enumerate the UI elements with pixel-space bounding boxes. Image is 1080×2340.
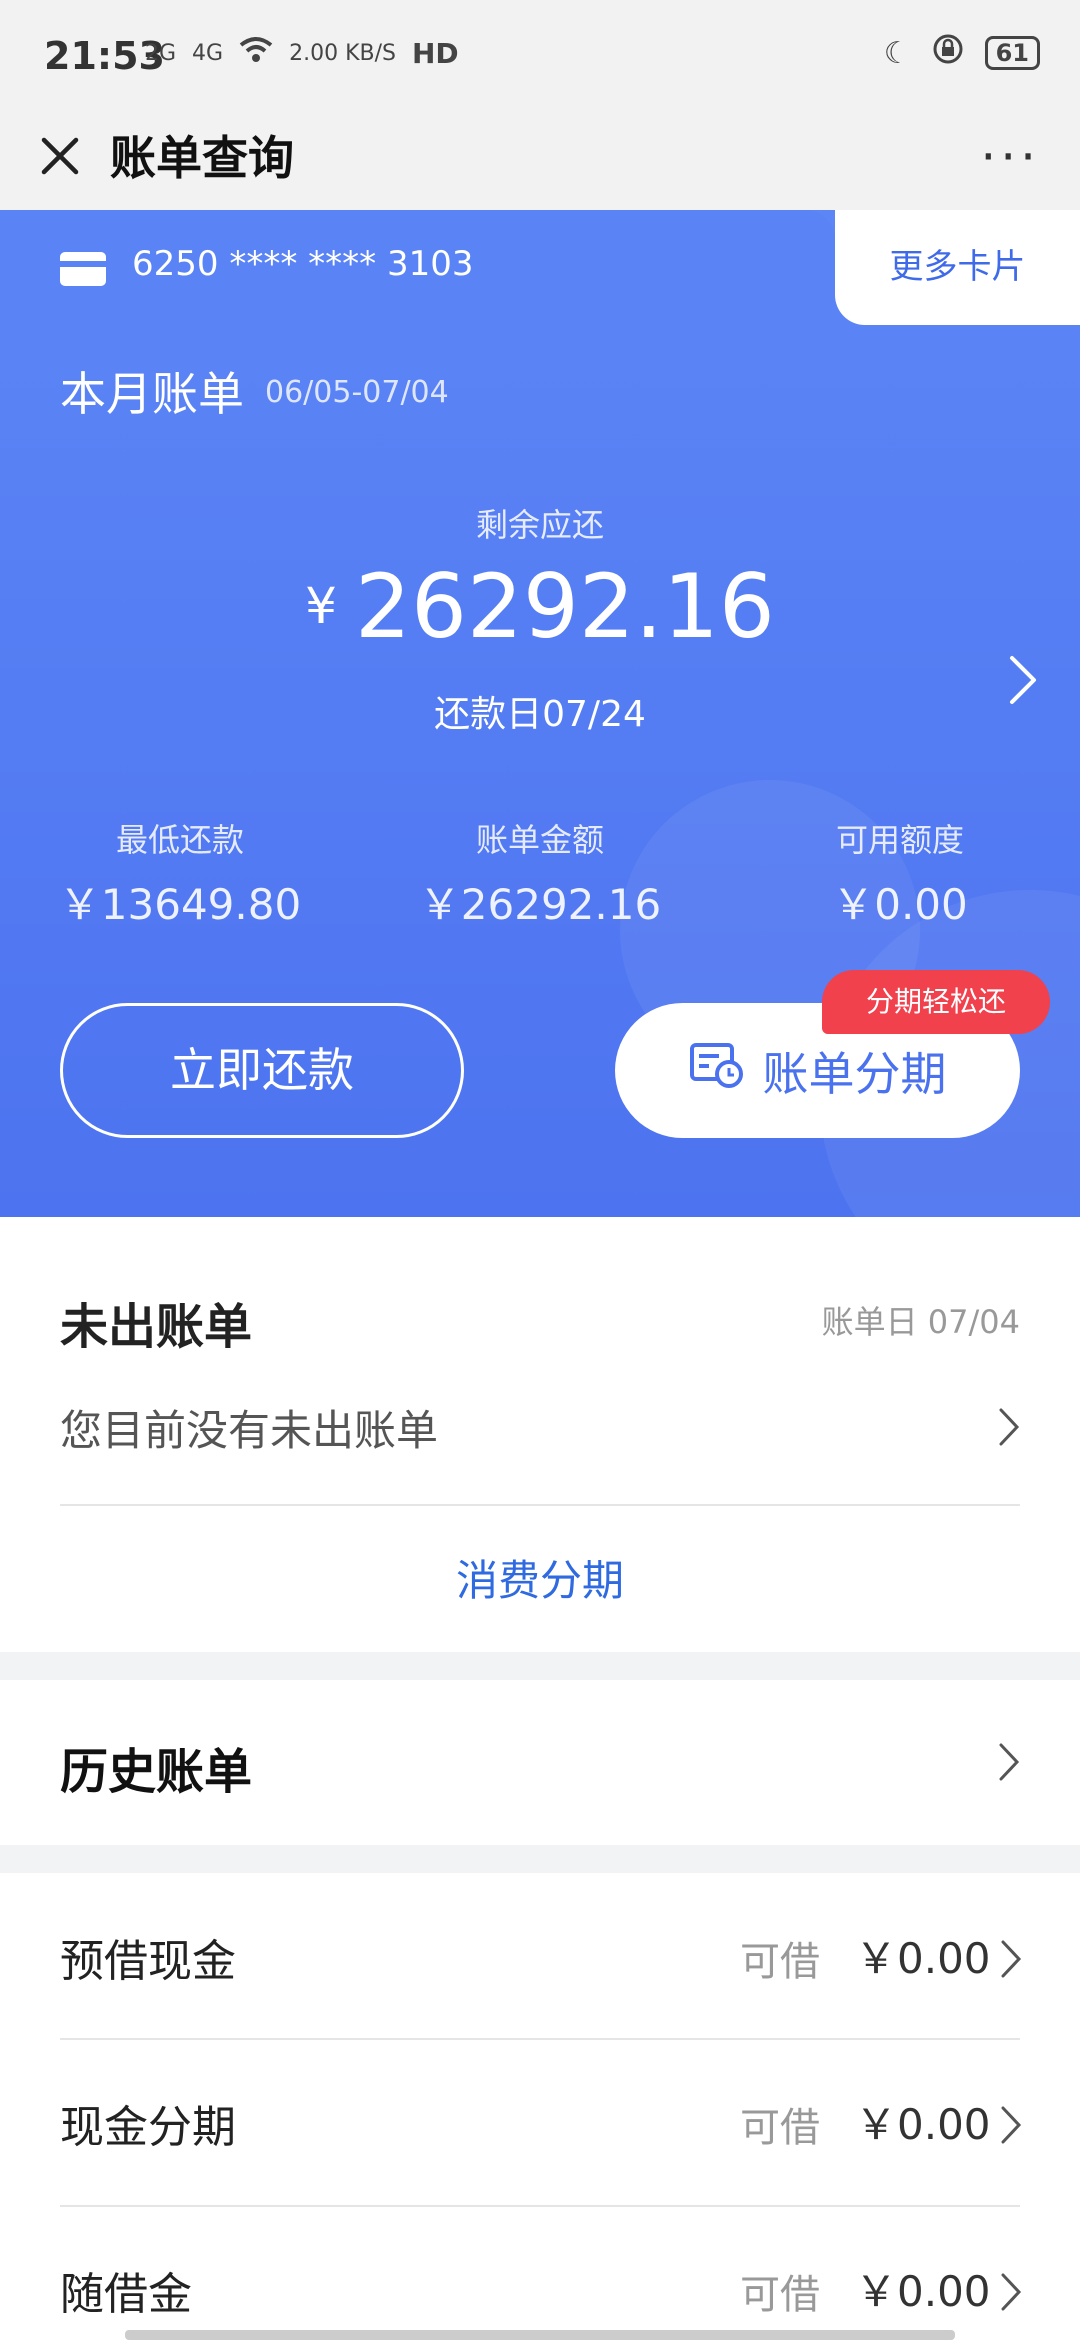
status-right-icons: ☾ 61 xyxy=(884,34,1040,72)
chevron-right-icon xyxy=(1000,2272,1022,2312)
nav-bar: 账单查询 ··· xyxy=(0,110,1080,210)
card-header: 6250 **** **** 3103 xyxy=(0,210,835,325)
loan-label: 现金分期 xyxy=(60,2102,236,2153)
divider xyxy=(60,1504,1020,1506)
lock-icon xyxy=(933,34,963,72)
signal-2g-icon: 2G xyxy=(145,40,177,66)
history-section[interactable]: 历史账单 xyxy=(0,1680,1080,1845)
loan-available-label: 可借 xyxy=(740,1939,820,1985)
repay-now-button[interactable]: 立即还款 xyxy=(60,1003,464,1138)
history-bill-title: 历史账单 xyxy=(60,1744,253,1800)
remaining-amount-value: 26292.16 xyxy=(354,555,775,658)
promo-badge: 分期轻松还 xyxy=(822,970,1050,1034)
loan-amount: ￥0.00 xyxy=(855,2100,991,2149)
remaining-label: 剩余应还 xyxy=(475,506,604,544)
chevron-right-icon[interactable] xyxy=(1006,650,1040,710)
consume-installment-link[interactable]: 消费分期 xyxy=(0,1547,1080,1608)
battery-icon: 61 xyxy=(984,36,1040,70)
stat-bill-amount: 账单金额 ￥26292.16 xyxy=(360,815,720,932)
list-item[interactable]: 随借金 可借 ￥0.00 xyxy=(0,2206,1080,2340)
stat-min-payment: 最低还款 ￥13649.80 xyxy=(0,815,360,932)
currency-symbol: ¥ xyxy=(305,577,337,635)
chevron-right-icon xyxy=(1000,2105,1022,2145)
loans-section: 预借现金 可借 ￥0.00 现金分期 可借 ￥0.00 随借金 可借 ￥0.00 xyxy=(0,1873,1080,2340)
chevron-right-icon xyxy=(1000,1939,1022,1979)
moon-icon: ☾ xyxy=(883,35,911,71)
stat-value: ￥0.00 xyxy=(832,880,968,929)
stat-label: 可用额度 xyxy=(835,821,964,859)
network-speed: 2.00 KB/S xyxy=(289,40,396,66)
loan-amount: ￥0.00 xyxy=(855,1934,991,1983)
stat-available-credit: 可用额度 ￥0.00 xyxy=(720,815,1080,932)
installment-icon xyxy=(689,1040,745,1101)
remaining-amount[interactable]: ¥26292.16 xyxy=(0,555,1080,658)
close-icon[interactable] xyxy=(30,126,90,186)
loan-label: 预借现金 xyxy=(60,1936,236,1987)
page-title: 账单查询 xyxy=(110,131,294,185)
due-date: 还款日07/24 xyxy=(434,694,646,735)
chevron-right-icon[interactable] xyxy=(998,1742,1020,1782)
list-item[interactable]: 预借现金 可借 ￥0.00 xyxy=(0,1873,1080,2039)
loan-amount: ￥0.00 xyxy=(855,2267,991,2316)
unbilled-title: 未出账单 xyxy=(60,1299,253,1355)
hd-icon: HD xyxy=(411,36,459,70)
bill-installment-label: 账单分期 xyxy=(762,1046,947,1101)
bill-stats: 最低还款 ￥13649.80 账单金额 ￥26292.16 可用额度 ￥0.00 xyxy=(0,815,1080,932)
status-bar: 21:53 2G 4G 2.00 KB/S HD ☾ 61 xyxy=(0,0,1080,110)
loan-available-label: 可借 xyxy=(740,2105,820,2151)
more-cards-button[interactable]: 更多卡片 xyxy=(835,210,1080,325)
bill-card: 6250 **** **** 3103 更多卡片 本月账单 06/05-07/0… xyxy=(0,210,1080,1217)
unbilled-description[interactable]: 您目前没有未出账单 xyxy=(60,1397,438,1458)
wifi-icon xyxy=(239,36,273,70)
signal-4g-icon: 4G xyxy=(192,40,224,66)
credit-card-icon xyxy=(60,252,106,286)
stat-label: 最低还款 xyxy=(115,821,244,859)
home-indicator[interactable] xyxy=(125,2330,955,2340)
list-item[interactable]: 现金分期 可借 ￥0.00 xyxy=(0,2039,1080,2205)
month-bill-title: 本月账单 xyxy=(60,367,244,421)
unbilled-section: 未出账单 账单日 07/04 您目前没有未出账单 消费分期 xyxy=(0,1217,1080,1652)
bill-date: 账单日 07/04 xyxy=(821,1303,1020,1341)
stat-value: ￥13649.80 xyxy=(58,880,302,929)
loan-available-label: 可借 xyxy=(740,2272,820,2318)
loan-label: 随借金 xyxy=(60,2269,192,2320)
more-options-icon[interactable]: ··· xyxy=(980,128,1040,186)
chevron-right-icon[interactable] xyxy=(998,1407,1020,1447)
status-left-icons: 2G 4G 2.00 KB/S HD xyxy=(145,36,459,70)
stat-value: ￥26292.16 xyxy=(418,880,662,929)
card-number: 6250 **** **** 3103 xyxy=(132,244,474,284)
month-bill-range: 06/05-07/04 xyxy=(265,375,449,410)
stat-label: 账单金额 xyxy=(475,821,604,859)
